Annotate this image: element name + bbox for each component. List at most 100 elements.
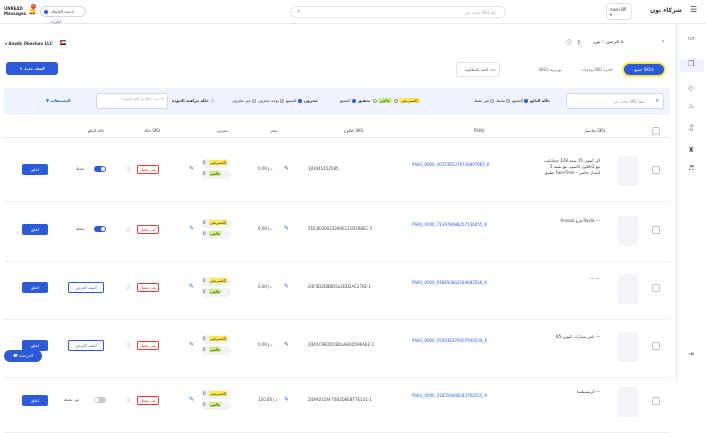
info-icon[interactable]: ⓘ bbox=[126, 226, 131, 233]
action-button[interactable]: اعلق bbox=[22, 395, 48, 406]
row-checkbox[interactable] bbox=[652, 342, 660, 350]
location-selector[interactable]: لاحجة الغلطان امارات bbox=[40, 6, 86, 24]
psku-link[interactable]: PSKU_0000_918650842184683546_K bbox=[412, 280, 487, 286]
finance-icon[interactable]: ♫ bbox=[688, 124, 694, 132]
edit-price-icon[interactable]: ✎ bbox=[284, 341, 289, 348]
edit-price-icon[interactable]: ✎ bbox=[284, 225, 289, 232]
edit-stock-icon[interactable]: ✎ bbox=[189, 396, 194, 403]
sku-status-badge: غير مفعل bbox=[137, 396, 159, 405]
row-checkbox[interactable] bbox=[652, 226, 660, 234]
settings-button[interactable]: ▼ التصنيفات bbox=[46, 98, 71, 103]
psku-link[interactable]: PSKU_0000_713978088257136055_K bbox=[412, 222, 487, 228]
add-offer-button[interactable]: أضف العرض bbox=[68, 340, 104, 351]
tab-all-skus[interactable]: جميع SKUs bbox=[624, 64, 664, 75]
settings-icon[interactable]: ♬ bbox=[688, 164, 694, 172]
search-icon: ⌕ bbox=[297, 8, 301, 15]
price-value: 0.00 د.إ bbox=[258, 342, 273, 347]
seller-state-filter: حالة البائع الجميع نشط غير نشط bbox=[474, 98, 551, 103]
catalog-icon[interactable]: ❒ bbox=[688, 60, 694, 68]
add-new-button[interactable]: + أضف جديد bbox=[6, 62, 58, 75]
edit-stock-icon[interactable]: ✎ bbox=[189, 341, 194, 348]
stock-express: 0 إكسبريس bbox=[201, 390, 231, 399]
psku-link[interactable]: PSKU_0000_318556848243764555_X bbox=[412, 393, 487, 399]
sku-search-input[interactable]: ابحث عن SKU هنا... ⌕ bbox=[566, 93, 664, 109]
table-header: تفاصيل SKU PSKU كتالوج SKU سعر مخزون حال… bbox=[4, 126, 670, 138]
radio-global[interactable] bbox=[372, 99, 377, 103]
info-icon[interactable]: ⓘ bbox=[566, 40, 577, 47]
back-arrow-icon[interactable]: › bbox=[662, 38, 664, 45]
header-psku: PSKU bbox=[474, 128, 485, 133]
action-button[interactable]: اعلق bbox=[22, 282, 48, 293]
row-checkbox[interactable] bbox=[652, 166, 660, 174]
radio-active[interactable] bbox=[506, 99, 511, 103]
seller-status-toggle[interactable] bbox=[94, 166, 106, 172]
category-dropdown[interactable]: حدد الفئة المطلوبة bbox=[456, 62, 500, 77]
top-bar: UNREAD Messages 🔔 9 لاحجة الغلطان امارات … bbox=[0, 0, 706, 24]
sku-status-badge: غير مفعل bbox=[137, 283, 159, 292]
header-catalog-sku: كتالوج SKU bbox=[344, 128, 364, 133]
user-menu[interactable]: noon BP ▾ bbox=[606, 3, 632, 20]
tab-free-units[interactable]: وحدات SKU الحرة bbox=[574, 64, 620, 75]
quality-select[interactable]: حدد حالة مراقبة الجودة ▾ bbox=[96, 93, 168, 109]
filter-bar: ابحث عن SKU هنا... ⌕ حالة البائع الجميع … bbox=[4, 88, 670, 115]
action-button[interactable]: اعلق bbox=[22, 224, 48, 235]
collapse-icon[interactable]: ⇥ bbox=[688, 350, 694, 358]
dashboard-icon[interactable]: ▭ bbox=[688, 34, 695, 42]
quality-state-label: حالة مراقبة الجودة ⓘ bbox=[172, 98, 215, 103]
orders-icon[interactable]: ♨ bbox=[688, 102, 694, 110]
product-thumbnail bbox=[618, 387, 638, 417]
seller-status-toggle[interactable] bbox=[94, 226, 106, 232]
uae-flag-icon bbox=[60, 40, 66, 45]
price-value: 120.00 د.إ bbox=[258, 397, 278, 402]
table-row: 85 باس سيارات كيوتي --- PSKU_0000_250936… bbox=[4, 320, 670, 378]
product-name: أبل آيفون 15 سعة 128 جيجابايت باللون الأ… bbox=[544, 158, 600, 175]
info-icon[interactable]: ⓘ bbox=[126, 284, 131, 291]
help-icon[interactable]: ? bbox=[577, 40, 585, 47]
row-checkbox[interactable] bbox=[652, 284, 660, 292]
table-row: Aroosa فرع Rayla --- PSKU_0000_713978088… bbox=[4, 204, 670, 262]
add-offer-button[interactable]: أضف العرض bbox=[68, 282, 104, 293]
header-sku-details: تفاصيل SKU bbox=[584, 128, 606, 133]
catalog-sku: Z4A5C9EDDCBDaAE0D596A6Z-1 bbox=[308, 342, 375, 347]
radio-verify-all[interactable] bbox=[351, 99, 356, 103]
info-icon[interactable]: ⓘ bbox=[126, 342, 131, 349]
edit-stock-icon[interactable]: ✎ bbox=[189, 165, 194, 172]
breadcrumb: فريس ‹ نون ⌂ bbox=[593, 39, 624, 45]
radio-express[interactable] bbox=[394, 99, 399, 103]
catalog-sku: ZDC8030023280E121D598EC-1 bbox=[308, 226, 373, 231]
edit-stock-icon[interactable]: ✎ bbox=[189, 225, 194, 232]
stock-express: 0 إكسبريس bbox=[201, 219, 231, 228]
unread-messages[interactable]: UNREAD Messages bbox=[4, 6, 26, 16]
stock-global: 0 عالمي bbox=[201, 288, 231, 297]
radio-stock-all[interactable] bbox=[297, 99, 302, 103]
reports-icon[interactable]: ♜ bbox=[688, 146, 694, 154]
sidebar: ▭ ❒ ◇ ♨ ♫ ♜ ♬ ⇥ bbox=[676, 24, 706, 382]
info-icon[interactable]: ⓘ bbox=[126, 166, 131, 173]
box-icon[interactable]: ◇ bbox=[688, 84, 693, 92]
menu-icon[interactable]: ☰ bbox=[690, 5, 697, 14]
radio-all[interactable] bbox=[523, 99, 528, 103]
global-search[interactable]: ⌕ ابحث عن SKU هنا... bbox=[290, 6, 506, 18]
psku-link[interactable]: PSKU_0000_250936276007940534_X bbox=[412, 338, 487, 344]
edit-stock-icon[interactable]: ✎ bbox=[189, 283, 194, 290]
notification-badge: 9 bbox=[31, 4, 36, 9]
location-dot-icon bbox=[44, 10, 48, 14]
edit-price-icon[interactable]: ✎ bbox=[284, 396, 289, 403]
chat-button[interactable]: 💬 الدردشة bbox=[4, 350, 42, 362]
select-all-checkbox[interactable] bbox=[652, 127, 660, 135]
seller-status-toggle[interactable] bbox=[94, 397, 106, 403]
radio-no-stock[interactable] bbox=[251, 99, 256, 103]
action-button[interactable]: اعلق bbox=[22, 164, 48, 175]
product-name: Aroosa فرع Rayla --- bbox=[560, 218, 600, 223]
edit-price-icon[interactable]: ✎ bbox=[284, 165, 289, 172]
tab-portrait[interactable]: SKUs بورتريه bbox=[532, 64, 568, 75]
row-checkbox[interactable] bbox=[652, 397, 660, 405]
edit-price-icon[interactable]: ✎ bbox=[284, 283, 289, 290]
stock-filter: مخزون الجميع يوجد مخزون غير مخزون bbox=[232, 98, 318, 103]
radio-inactive[interactable] bbox=[490, 99, 495, 103]
psku-link[interactable]: PSKU_0000_4037365378738807965_K bbox=[412, 162, 490, 168]
toolbar-icons: ⓘ? bbox=[566, 38, 585, 47]
product-name: كريستيلسا --- bbox=[577, 389, 600, 394]
info-icon[interactable]: ⓘ bbox=[126, 397, 131, 404]
radio-in-stock[interactable] bbox=[279, 99, 284, 103]
